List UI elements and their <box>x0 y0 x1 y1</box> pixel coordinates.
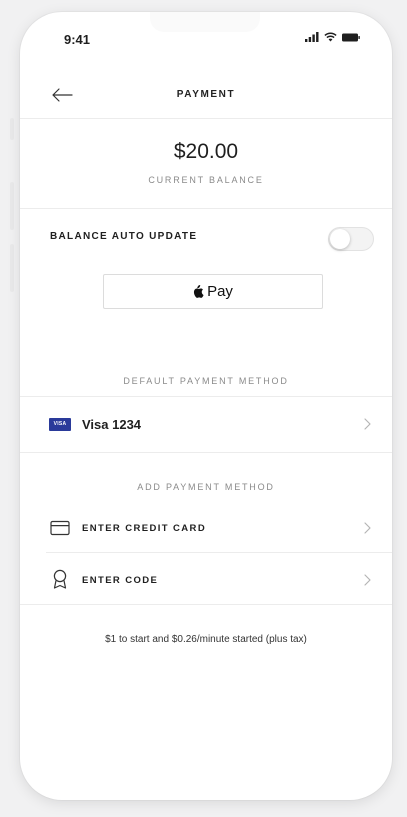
add-payment-method-heading: ADD PAYMENT METHOD <box>137 482 275 492</box>
status-icons <box>305 32 360 42</box>
visa-card-icon: VISA <box>49 418 71 431</box>
phone-screen: 9:41 PAYMENT $20.00 CURRENT BALANCE BALA… <box>20 12 392 800</box>
balance-auto-update-label: BALANCE AUTO UPDATE <box>50 231 198 242</box>
current-balance-amount: $20.00 <box>173 140 239 163</box>
divider <box>20 604 392 605</box>
enter-credit-card-label: ENTER CREDIT CARD <box>82 523 207 534</box>
current-balance-label: CURRENT BALANCE <box>148 175 264 185</box>
chevron-right-icon <box>364 418 371 430</box>
status-bar: 9:41 <box>20 12 392 68</box>
balance-auto-update-toggle[interactable] <box>328 227 374 251</box>
navigation-bar: PAYMENT <box>20 74 392 119</box>
chevron-right-icon <box>364 574 371 586</box>
apple-pay-button[interactable]: Pay <box>103 274 323 309</box>
device-mute-switch <box>10 118 14 140</box>
battery-icon <box>342 33 360 42</box>
page-title: PAYMENT <box>176 89 236 100</box>
divider <box>20 396 392 397</box>
divider <box>20 452 392 453</box>
chevron-right-icon <box>364 522 371 534</box>
apple-logo-icon <box>194 284 204 298</box>
cellular-signal-icon <box>305 32 319 42</box>
status-time: 9:41 <box>64 32 91 47</box>
device-volume-down-button <box>10 244 14 292</box>
apple-pay-label: Pay <box>207 283 233 300</box>
ribbon-badge-icon <box>53 569 67 589</box>
enter-code-row[interactable]: ENTER CODE <box>20 560 392 600</box>
wifi-icon <box>324 32 337 42</box>
credit-card-icon <box>50 520 70 536</box>
device-volume-up-button <box>10 182 14 230</box>
toggle-knob <box>330 229 350 249</box>
default-card-row[interactable]: VISA Visa 1234 <box>20 404 392 444</box>
default-payment-method-heading: DEFAULT PAYMENT METHOD <box>123 376 289 386</box>
enter-code-label: ENTER CODE <box>82 575 159 586</box>
divider <box>46 552 392 553</box>
default-card-label: Visa 1234 <box>82 417 142 432</box>
divider <box>20 208 392 209</box>
enter-credit-card-row[interactable]: ENTER CREDIT CARD <box>20 508 392 548</box>
pricing-note: $1 to start and $0.26/minute started (pl… <box>105 634 307 645</box>
